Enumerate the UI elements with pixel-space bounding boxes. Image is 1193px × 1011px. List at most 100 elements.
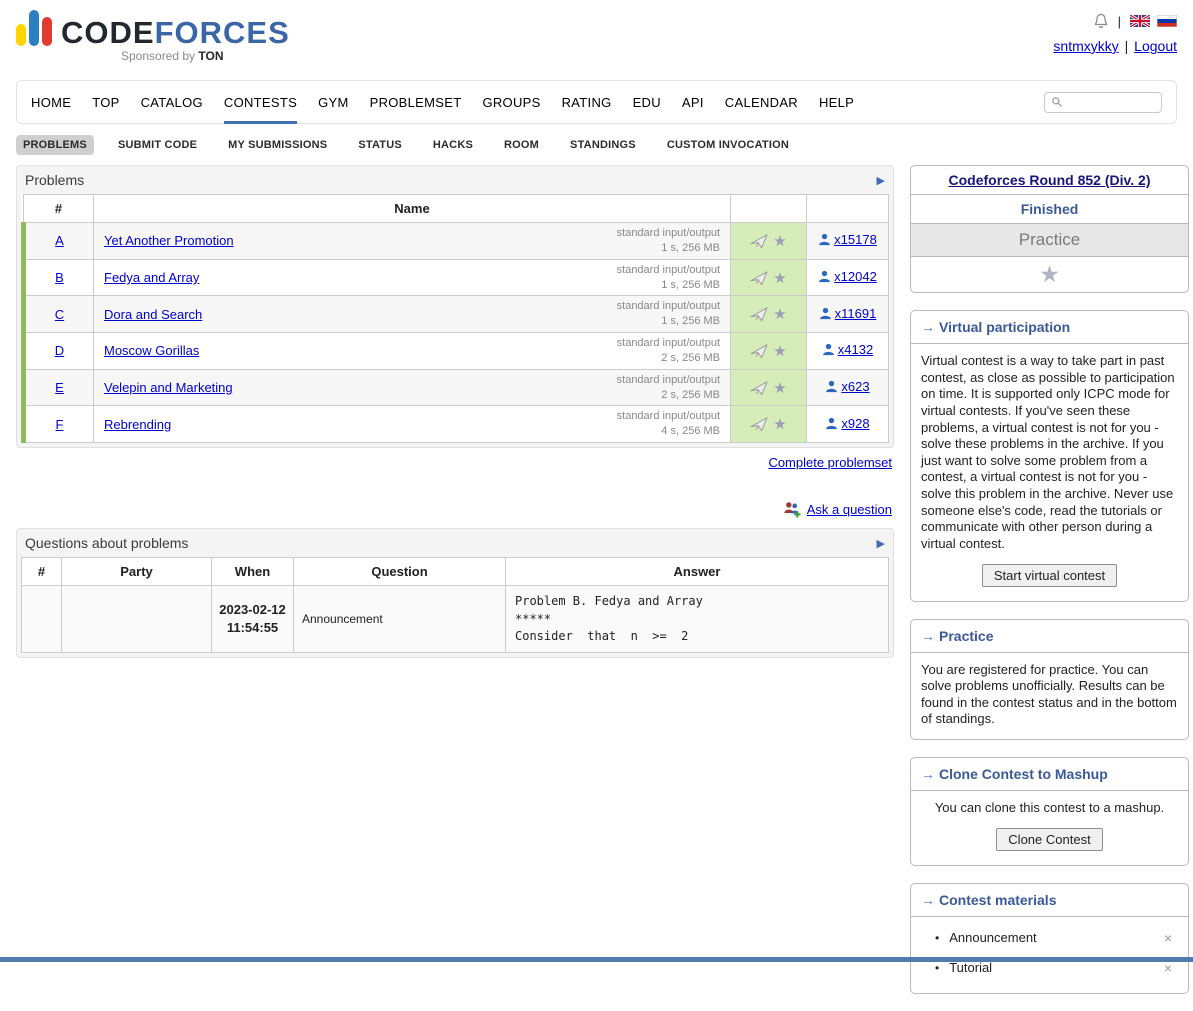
questions-caption: Questions about problems	[25, 535, 188, 551]
problem-index-link[interactable]: B	[55, 270, 64, 285]
problem-title-link[interactable]: Fedya and Array	[104, 270, 199, 285]
problem-title-link[interactable]: Dora and Search	[104, 307, 202, 322]
paper-plane-icon[interactable]	[750, 416, 768, 432]
codeforces-logo-icon	[16, 10, 52, 48]
nav-item-api[interactable]: API	[682, 81, 704, 124]
codeforces-logo[interactable]: CODEFORCES	[61, 17, 290, 48]
user-icon	[822, 343, 835, 356]
clone-contest-button[interactable]: Clone Contest	[996, 828, 1102, 851]
problem-title-link[interactable]: Moscow Gorillas	[104, 343, 199, 358]
close-icon[interactable]: ×	[1158, 930, 1178, 946]
q-col-header-index: #	[22, 558, 62, 586]
tab-status[interactable]: STATUS	[351, 135, 409, 155]
nav-item-contests[interactable]: CONTESTS	[224, 81, 297, 124]
problem-title-link[interactable]: Rebrending	[104, 417, 171, 432]
star-icon[interactable]: ★	[773, 233, 786, 250]
problem-io-info: standard input/output2 s, 256 MB	[617, 336, 720, 366]
problem-io-info: standard input/output1 s, 256 MB	[617, 226, 720, 256]
clone-contest-box: →Clone Contest to Mashup You can clone t…	[910, 757, 1189, 866]
nav-item-edu[interactable]: EDU	[633, 81, 661, 124]
paper-plane-icon[interactable]	[750, 270, 768, 286]
paper-plane-icon[interactable]	[750, 380, 768, 396]
search-input[interactable]	[1067, 95, 1157, 109]
ask-question-icon	[782, 500, 802, 518]
problem-title-link[interactable]: Velepin and Marketing	[104, 380, 233, 395]
favorite-star-icon[interactable]: ★	[1039, 261, 1060, 287]
nav-item-help[interactable]: HELP	[819, 81, 854, 124]
problems-table: # Name A Yet Another Promotion standard …	[21, 194, 889, 443]
paper-plane-icon[interactable]	[750, 306, 768, 322]
tab-problems[interactable]: PROBLEMS	[16, 135, 94, 155]
col-header-solved	[807, 195, 889, 223]
tab-submit-code[interactable]: SUBMIT CODE	[111, 135, 204, 155]
paper-plane-icon[interactable]	[750, 343, 768, 359]
practice-box: →Practice You are registered for practic…	[910, 619, 1189, 741]
problem-index-link[interactable]: F	[56, 417, 64, 432]
material-announcement-link[interactable]: Announcement	[949, 930, 1158, 945]
practice-text: You are registered for practice. You can…	[921, 662, 1177, 727]
clone-contest-text: You can clone this contest to a mashup.	[935, 800, 1164, 815]
nav-item-top[interactable]: TOP	[92, 81, 119, 124]
logout-link[interactable]: Logout	[1134, 38, 1177, 54]
tab-room[interactable]: ROOM	[497, 135, 546, 155]
star-icon[interactable]: ★	[773, 343, 786, 360]
nav-item-groups[interactable]: GROUPS	[482, 81, 540, 124]
star-icon[interactable]: ★	[773, 416, 786, 433]
virtual-participation-title: Virtual participation	[939, 319, 1070, 335]
table-row: B Fedya and Array standard input/output1…	[24, 259, 889, 296]
question-answer: Problem B. Fedya and Array ***** Conside…	[506, 586, 889, 653]
tab-my-submissions[interactable]: MY SUBMISSIONS	[221, 135, 334, 155]
problem-title-link[interactable]: Yet Another Promotion	[104, 233, 234, 248]
flag-ru-icon[interactable]	[1157, 15, 1177, 27]
close-icon[interactable]: ×	[1158, 960, 1178, 976]
question-text: Announcement	[294, 586, 506, 653]
user-icon	[825, 417, 838, 430]
expand-arrow-icon[interactable]: ▶	[877, 537, 885, 550]
table-row: A Yet Another Promotion standard input/o…	[24, 223, 889, 260]
nav-item-calendar[interactable]: CALENDAR	[725, 81, 798, 124]
flag-uk-icon[interactable]	[1130, 15, 1150, 27]
table-row: C Dora and Search standard input/output1…	[24, 296, 889, 333]
solved-count-link[interactable]: x623	[825, 379, 869, 394]
sponsored-prefix: Sponsored by	[121, 49, 198, 63]
sidebar: Codeforces Round 852 (Div. 2) Finished P…	[910, 165, 1189, 1011]
problem-index-link[interactable]: C	[55, 307, 64, 322]
tab-custom-invocation[interactable]: CUSTOM INVOCATION	[660, 135, 796, 155]
nav-item-rating[interactable]: RATING	[562, 81, 612, 124]
contest-title-link[interactable]: Codeforces Round 852 (Div. 2)	[948, 172, 1150, 188]
table-row: D Moscow Gorillas standard input/output2…	[24, 333, 889, 370]
complete-problemset-link[interactable]: Complete problemset	[768, 455, 892, 470]
tab-standings[interactable]: STANDINGS	[563, 135, 643, 155]
problem-index-link[interactable]: E	[55, 380, 64, 395]
problem-index-link[interactable]: A	[55, 233, 64, 248]
star-icon[interactable]: ★	[773, 306, 786, 323]
nav-item-home[interactable]: HOME	[31, 81, 71, 124]
expand-arrow-icon[interactable]: ▶	[877, 174, 885, 187]
footer-bar	[0, 957, 1193, 962]
user-handle-link[interactable]: sntmxykky	[1053, 38, 1118, 54]
tab-hacks[interactable]: HACKS	[426, 135, 480, 155]
star-icon[interactable]: ★	[773, 270, 786, 287]
table-row: E Velepin and Marketing standard input/o…	[24, 369, 889, 406]
problem-index-link[interactable]: D	[55, 343, 64, 358]
solved-count-link[interactable]: x4132	[822, 342, 873, 357]
q-col-header-when: When	[212, 558, 294, 586]
solved-count-link[interactable]: x15178	[818, 232, 877, 247]
material-tutorial-link[interactable]: Tutorial	[949, 960, 1158, 975]
solved-count-link[interactable]: x12042	[818, 269, 877, 284]
virtual-participation-box: →Virtual participation Virtual contest i…	[910, 310, 1189, 602]
nav-item-gym[interactable]: GYM	[318, 81, 349, 124]
star-icon[interactable]: ★	[773, 380, 786, 397]
start-virtual-contest-button[interactable]: Start virtual contest	[982, 564, 1117, 587]
contest-status: Finished	[1021, 201, 1079, 217]
solved-count-link[interactable]: x928	[825, 416, 869, 431]
header-right: | sntmxykky | Logout	[1053, 10, 1177, 80]
bell-icon[interactable]	[1093, 13, 1109, 29]
sponsored-brand: TON	[198, 49, 223, 63]
ask-question-link[interactable]: Ask a question	[807, 502, 892, 517]
nav-item-problemset[interactable]: PROBLEMSET	[370, 81, 462, 124]
paper-plane-icon[interactable]	[750, 233, 768, 249]
nav-item-catalog[interactable]: CATALOG	[141, 81, 203, 124]
arrow-icon: →	[921, 766, 935, 782]
solved-count-link[interactable]: x11691	[819, 306, 877, 321]
